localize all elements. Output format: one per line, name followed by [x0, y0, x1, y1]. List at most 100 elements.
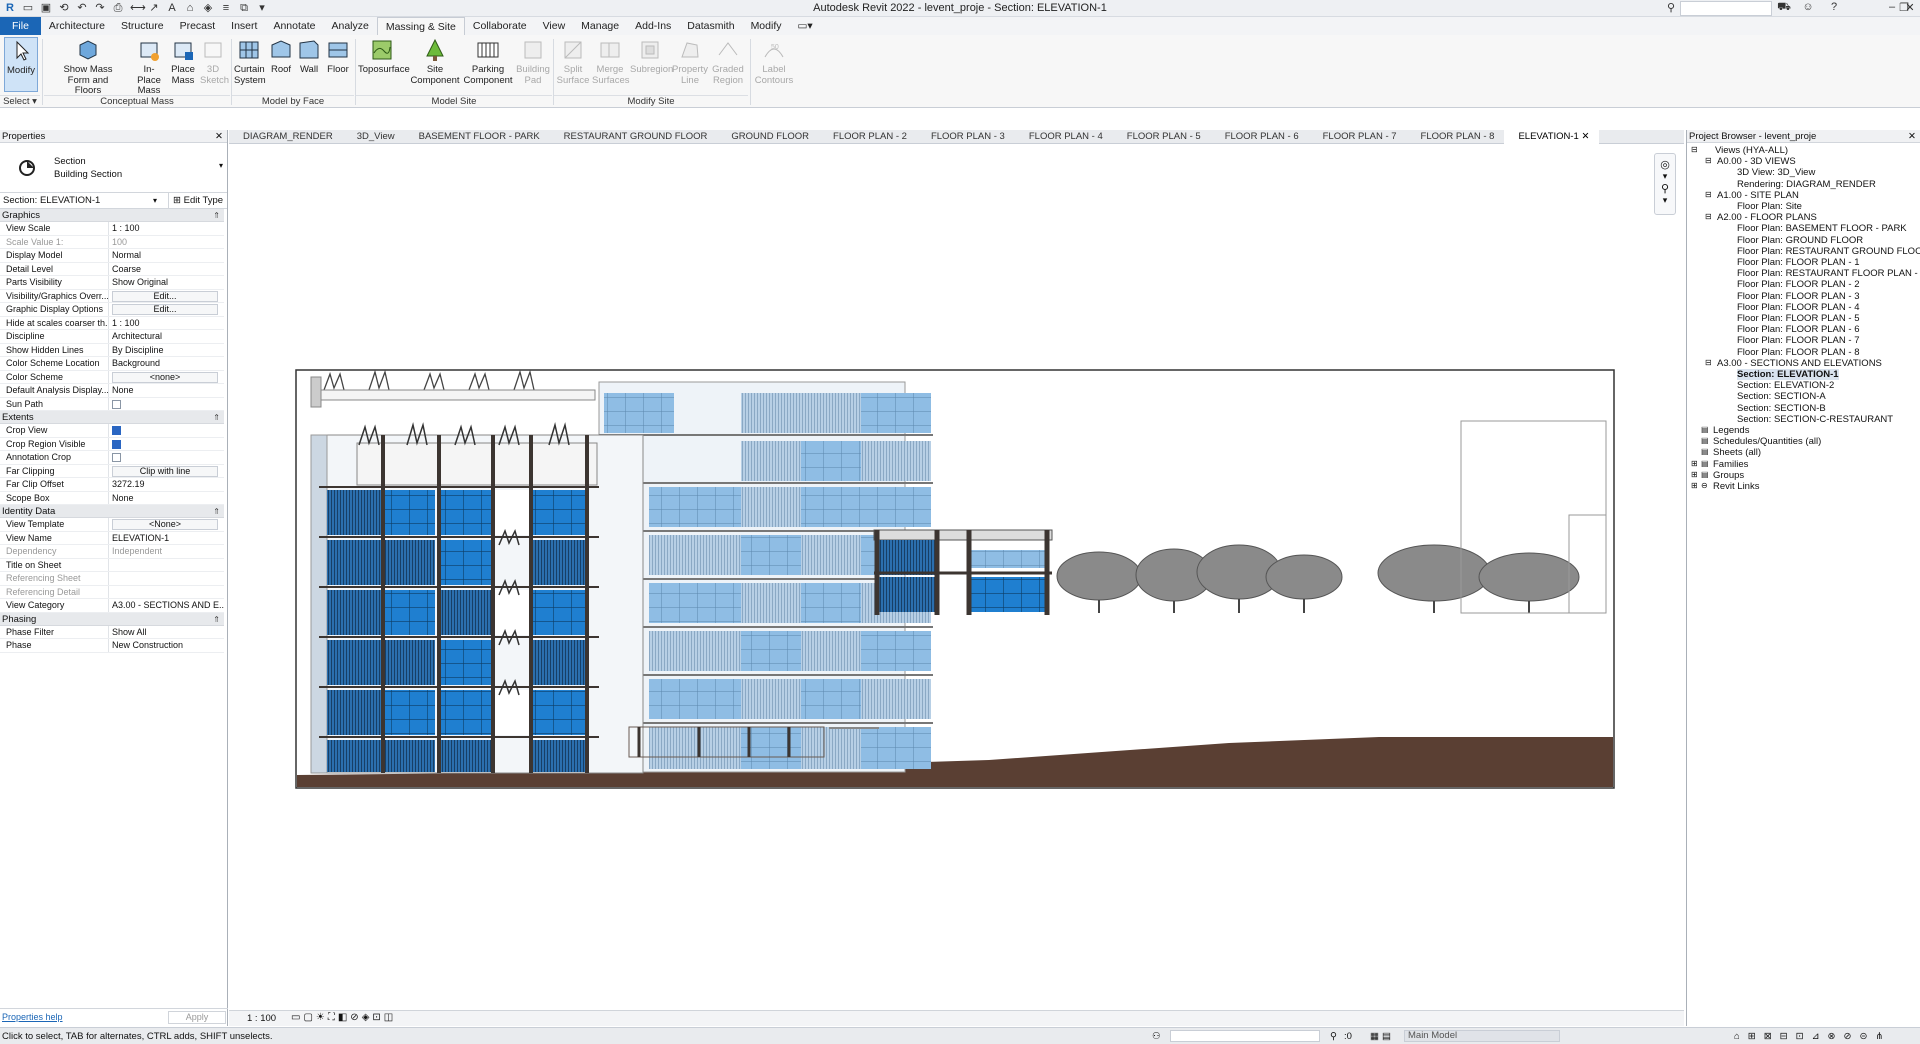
- close-icon[interactable]: ✕: [1579, 131, 1589, 142]
- property-value[interactable]: ELEVATION-1: [109, 532, 224, 545]
- property-value[interactable]: 100: [109, 236, 224, 249]
- property-button[interactable]: Edit...: [112, 304, 218, 315]
- browser-node[interactable]: A1.00 - SITE PLAN: [1717, 190, 1799, 201]
- browser-node[interactable]: Floor Plan: FLOOR PLAN - 5: [1737, 313, 1859, 324]
- drawing-canvas[interactable]: ◎ ▾ ⚲ ▾: [229, 145, 1684, 1007]
- property-value[interactable]: Independent: [109, 545, 224, 558]
- view-scale[interactable]: 1 : 100: [247, 1013, 276, 1024]
- view-tab[interactable]: FLOOR PLAN - 3: [917, 130, 1015, 144]
- subregion-button[interactable]: Subregion: [630, 37, 673, 92]
- browser-node[interactable]: Floor Plan: BASEMENT FLOOR - PARK: [1737, 223, 1907, 234]
- browser-node[interactable]: Legends: [1713, 425, 1749, 436]
- view-tab[interactable]: FLOOR PLAN - 5: [1113, 130, 1211, 144]
- ribbon-tab-architecture[interactable]: Architecture: [41, 17, 113, 35]
- view-tab[interactable]: FLOOR PLAN - 4: [1015, 130, 1113, 144]
- graded-region-button[interactable]: Graded Region: [710, 37, 746, 92]
- curtain-system-button[interactable]: Curtain System: [234, 37, 266, 92]
- view-tab[interactable]: FLOOR PLAN - 7: [1309, 130, 1407, 144]
- browser-node[interactable]: Floor Plan: FLOOR PLAN - 3: [1737, 291, 1859, 302]
- property-button[interactable]: <None>: [112, 519, 218, 530]
- property-value[interactable]: Normal: [109, 249, 224, 262]
- property-value[interactable]: A3.00 - SECTIONS AND E...: [109, 599, 224, 612]
- site-component-button[interactable]: Site Component: [410, 37, 460, 92]
- filter-count[interactable]: :0: [1344, 1028, 1352, 1044]
- type-selector[interactable]: Section Building Section ▾: [0, 143, 227, 193]
- expand-toggle-icon[interactable]: ⊟: [1705, 358, 1712, 367]
- expand-toggle-icon[interactable]: ⊞: [1691, 459, 1698, 468]
- property-value[interactable]: Clip with line: [109, 465, 224, 478]
- design-options-icon[interactable]: ▦: [1370, 1028, 1379, 1044]
- binoculars-icon[interactable]: ⚲: [1663, 1, 1679, 14]
- property-value[interactable]: [109, 438, 224, 451]
- help-icon[interactable]: ?: [1826, 1, 1842, 13]
- ribbon-tab-insert[interactable]: Insert: [223, 17, 265, 35]
- browser-node[interactable]: Schedules/Quantities (all): [1713, 436, 1821, 447]
- view-tab[interactable]: FLOOR PLAN - 6: [1211, 130, 1309, 144]
- checkbox[interactable]: [112, 399, 121, 409]
- browser-node[interactable]: 3D View: 3D_View: [1737, 167, 1815, 178]
- ribbon-tab-view[interactable]: View: [535, 17, 574, 35]
- parking-component-button[interactable]: Parking Component: [462, 37, 514, 92]
- property-value[interactable]: Edit...: [109, 303, 224, 316]
- expand-toggle-icon[interactable]: ⊟: [1705, 212, 1712, 221]
- browser-node[interactable]: Groups: [1713, 470, 1744, 481]
- checkbox[interactable]: [112, 439, 121, 449]
- ribbon-tab-manage[interactable]: Manage: [573, 17, 627, 35]
- browser-node[interactable]: Sheets (all): [1713, 447, 1761, 458]
- ribbon-display-toggle[interactable]: ▭▾: [790, 17, 821, 35]
- view-tab[interactable]: ELEVATION-1 ✕: [1504, 130, 1600, 144]
- editable-icon[interactable]: ⚲: [1330, 1028, 1337, 1044]
- zoom-icon[interactable]: ⚲: [1655, 182, 1675, 195]
- 3d-sketch-button[interactable]: 3D Sketch: [200, 37, 229, 92]
- view-tab[interactable]: RESTAURANT GROUND FLOOR: [550, 130, 718, 144]
- property-button[interactable]: Clip with line: [112, 465, 218, 477]
- selection-toggle-icons[interactable]: ⌂⊞⊠⊟⊡⊿⊗⊘⊝⋔: [1734, 1028, 1891, 1044]
- property-value[interactable]: Show Original: [109, 276, 224, 289]
- account-icon[interactable]: ☺: [1800, 1, 1816, 13]
- property-value[interactable]: Edit...: [109, 290, 224, 303]
- browser-node[interactable]: Floor Plan: RESTAURANT GROUND FLOOR: [1737, 246, 1920, 257]
- property-button[interactable]: <none>: [112, 371, 218, 383]
- worksets-icon[interactable]: ⚇: [1152, 1028, 1161, 1044]
- browser-node[interactable]: Revit Links: [1713, 481, 1759, 492]
- panel-select[interactable]: Select ▾: [0, 95, 40, 107]
- roof-button[interactable]: Roof: [268, 37, 294, 92]
- browser-node[interactable]: Section: ELEVATION-1: [1737, 369, 1839, 380]
- property-value[interactable]: Show All: [109, 626, 224, 639]
- ribbon-tab-annotate[interactable]: Annotate: [265, 17, 323, 35]
- property-value[interactable]: None: [109, 492, 224, 505]
- property-value[interactable]: New Construction: [109, 639, 224, 652]
- browser-node[interactable]: Section: SECTION-A: [1737, 391, 1826, 402]
- label-contours-button[interactable]: 50 Label Contours: [754, 37, 794, 92]
- property-value[interactable]: <None>: [109, 518, 224, 531]
- chevron-down-icon[interactable]: ▾: [1655, 171, 1675, 182]
- browser-node[interactable]: Floor Plan: FLOOR PLAN - 2: [1737, 279, 1859, 290]
- browser-node[interactable]: Floor Plan: FLOOR PLAN - 8: [1737, 347, 1859, 358]
- browser-node[interactable]: Views (HYA-ALL): [1715, 145, 1788, 156]
- search-input[interactable]: [1680, 1, 1772, 16]
- ribbon-tab-collaborate[interactable]: Collaborate: [465, 17, 535, 35]
- browser-node[interactable]: A3.00 - SECTIONS AND ELEVATIONS: [1717, 358, 1882, 369]
- property-value[interactable]: 3272.19: [109, 478, 224, 491]
- close-icon[interactable]: ✕: [1908, 130, 1916, 143]
- expand-toggle-icon[interactable]: ⊞: [1691, 470, 1698, 479]
- browser-node[interactable]: Section: SECTION-B: [1737, 403, 1826, 414]
- inplace-mass-button[interactable]: In-Place Mass: [132, 37, 166, 96]
- split-surface-button[interactable]: Split Surface: [556, 37, 590, 92]
- view-tab[interactable]: GROUND FLOOR: [717, 130, 819, 144]
- close-icon[interactable]: ✕: [215, 130, 223, 143]
- expand-toggle-icon[interactable]: ⊟: [1705, 190, 1712, 199]
- property-value[interactable]: [109, 398, 224, 411]
- ribbon-tab-datasmith[interactable]: Datasmith: [679, 17, 742, 35]
- merge-surfaces-button[interactable]: Merge Surfaces: [592, 37, 630, 92]
- browser-node[interactable]: A0.00 - 3D VIEWS: [1717, 156, 1796, 167]
- view-tab[interactable]: FLOOR PLAN - 8: [1407, 130, 1505, 144]
- modify-button[interactable]: Modify: [4, 37, 38, 92]
- close-icon[interactable]: ✕: [1902, 1, 1918, 14]
- group-identity[interactable]: Identity Data: [0, 505, 224, 518]
- browser-node[interactable]: Section: SECTION-C-RESTAURANT: [1737, 414, 1893, 425]
- browser-node[interactable]: Floor Plan: GROUND FLOOR: [1737, 235, 1863, 246]
- ribbon-tab-analyze[interactable]: Analyze: [323, 17, 376, 35]
- expand-toggle-icon[interactable]: ⊟: [1705, 156, 1712, 165]
- group-extents[interactable]: Extents: [0, 411, 224, 424]
